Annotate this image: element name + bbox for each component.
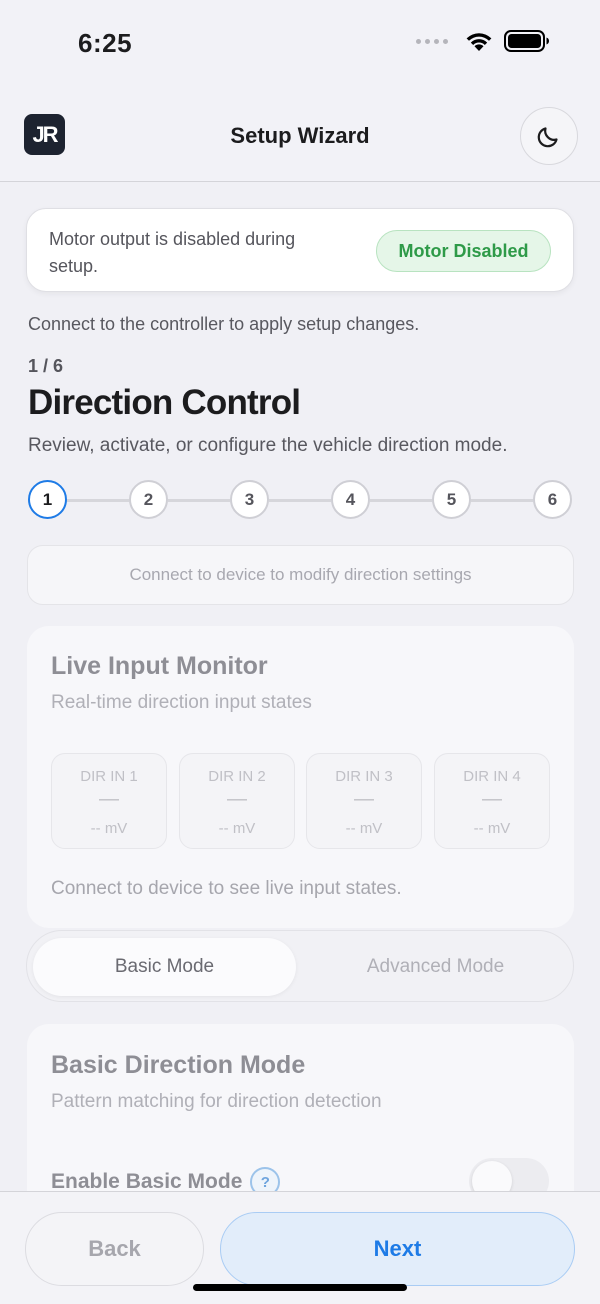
next-button[interactable]: Next [220,1212,575,1286]
signal-icon [416,38,448,44]
dir-input-label: DIR IN 1 [80,768,138,785]
theme-toggle-button[interactable] [520,107,578,165]
basic-mode-title: Basic Direction Mode [51,1051,306,1079]
dir-input-mv: -- mV [90,820,128,837]
mode-segmented-control: Basic Mode Advanced Mode [26,930,574,1002]
motor-status-text: Motor output is disabled during setup. [49,229,296,276]
back-button[interactable]: Back [25,1212,204,1286]
step-4[interactable]: 4 [331,480,370,519]
status-time: 6:25 [78,28,133,58]
toggle-knob [472,1161,512,1191]
device-connect-note: Connect to device to modify direction se… [27,545,574,605]
dir-input-label: DIR IN 3 [335,768,393,785]
motor-status-banner: Motor output is disabled during setup. M… [26,208,574,292]
basic-mode-tab[interactable]: Basic Mode [33,938,296,996]
step-2[interactable]: 2 [129,480,168,519]
status-icons [416,30,550,52]
motor-disabled-badge: Motor Disabled [376,230,551,272]
step-5[interactable]: 5 [432,480,471,519]
dir-input-3: DIR IN 3 — -- mV [306,753,422,849]
dir-input-value: — [227,788,247,810]
dir-input-2: DIR IN 2 — -- mV [179,753,295,849]
step-3[interactable]: 3 [230,480,269,519]
app-header: JR Setup Wizard [0,92,600,182]
dir-input-mv: -- mV [473,820,511,837]
enable-basic-mode-toggle[interactable] [469,1158,549,1191]
connect-note: Connect to the controller to apply setup… [28,314,420,334]
dir-input-label: DIR IN 4 [463,768,521,785]
step-6[interactable]: 6 [533,480,572,519]
enable-basic-mode-label: Enable Basic Mode [51,1170,243,1191]
wizard-content[interactable]: Motor output is disabled during setup. M… [0,183,600,1191]
page-subtitle: Review, activate, or configure the vehic… [28,435,508,456]
dir-input-1: DIR IN 1 — -- mV [51,753,167,849]
dir-input-value: — [482,788,502,810]
status-bar: 6:25 [0,0,600,92]
live-monitor-title: Live Input Monitor [51,652,268,680]
step-1[interactable]: 1 [28,480,67,519]
dir-input-value: — [354,788,374,810]
live-monitor-subtitle: Real-time direction input states [51,692,312,713]
page-header-title: Setup Wizard [230,123,370,148]
enable-basic-mode-row: Enable Basic Mode ? [51,1167,281,1191]
basic-mode-subtitle: Pattern matching for direction detection [51,1091,382,1112]
dir-input-label: DIR IN 2 [208,768,266,785]
dir-input-mv: -- mV [345,820,383,837]
step-progress: 1 2 3 4 5 6 [28,480,572,520]
wizard-footer: Back Next [0,1191,600,1304]
battery-icon [504,30,549,52]
step-count: 1 / 6 [28,356,64,376]
dir-input-value: — [99,788,119,810]
live-monitor-footer: Connect to device to see live input stat… [51,878,402,899]
home-indicator [193,1284,407,1291]
basic-direction-mode-card: Basic Direction Mode Pattern matching fo… [27,1024,574,1191]
help-icon[interactable]: ? [250,1167,281,1191]
page-title: Direction Control [28,383,301,422]
live-input-monitor: Live Input Monitor Real-time direction i… [27,626,574,928]
moon-icon [537,127,558,148]
advanced-mode-tab[interactable]: Advanced Mode [304,938,567,996]
wifi-icon [466,33,492,51]
dir-input-mv: -- mV [218,820,256,837]
dir-input-4: DIR IN 4 — -- mV [434,753,550,849]
